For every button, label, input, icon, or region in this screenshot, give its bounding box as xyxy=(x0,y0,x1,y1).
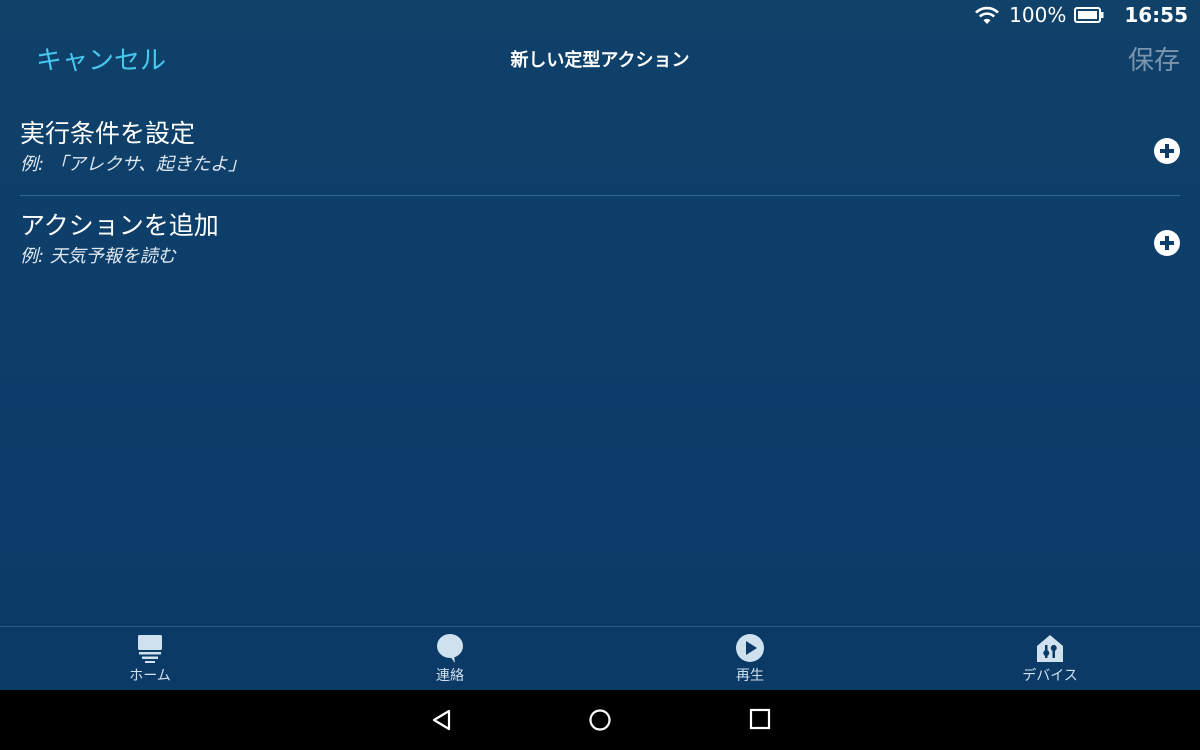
row-title: 実行条件を設定 xyxy=(20,119,196,148)
status-bar: 100% 16:55 xyxy=(940,0,1200,30)
wifi-icon xyxy=(975,6,1000,24)
page-title: 新しい定型アクション xyxy=(510,50,690,71)
add-trigger-plus-icon[interactable] xyxy=(1154,138,1180,164)
app-screen: 100% 16:55 キャンセル 新しい定型アクション 保存 実行条件を設定 例… xyxy=(0,0,1200,690)
home-icon xyxy=(138,635,162,663)
row-hint: 例: 天気予報を読む xyxy=(20,246,176,267)
battery-percent: 100% xyxy=(1009,3,1067,27)
row-hint: 例: 「アレクサ、起きたよ」 xyxy=(20,154,247,175)
android-nav-bar xyxy=(0,690,1200,750)
tab-label: ホーム xyxy=(129,668,171,684)
tab-home[interactable]: ホーム xyxy=(90,633,210,685)
row-title: アクションを追加 xyxy=(20,211,219,240)
tab-label: デバイス xyxy=(1022,668,1078,684)
bottom-tab-bar: ホーム 連絡 再生 デバイス xyxy=(0,626,1200,690)
add-action-plus-icon[interactable] xyxy=(1154,230,1180,256)
play-icon xyxy=(736,634,764,662)
home-circle-icon[interactable] xyxy=(588,708,612,732)
save-button[interactable]: 保存 xyxy=(1128,40,1180,77)
tab-contact[interactable]: 連絡 xyxy=(390,633,510,685)
tab-play[interactable]: 再生 xyxy=(690,633,810,685)
app-header: キャンセル 新しい定型アクション 保存 xyxy=(0,36,1200,80)
battery-icon xyxy=(1074,7,1104,23)
recent-apps-square-icon[interactable] xyxy=(749,708,771,730)
back-triangle-icon[interactable] xyxy=(430,708,454,732)
tab-devices[interactable]: デバイス xyxy=(990,633,1110,685)
set-trigger-row[interactable]: 実行条件を設定 例: 「アレクサ、起きたよ」 xyxy=(20,108,1180,196)
clock: 16:55 xyxy=(1124,3,1188,27)
add-action-row[interactable]: アクションを追加 例: 天気予報を読む xyxy=(20,200,1180,288)
tab-label: 再生 xyxy=(736,668,764,684)
devices-house-icon xyxy=(1037,635,1063,662)
chat-bubble-icon xyxy=(437,634,463,663)
tab-label: 連絡 xyxy=(436,668,464,684)
